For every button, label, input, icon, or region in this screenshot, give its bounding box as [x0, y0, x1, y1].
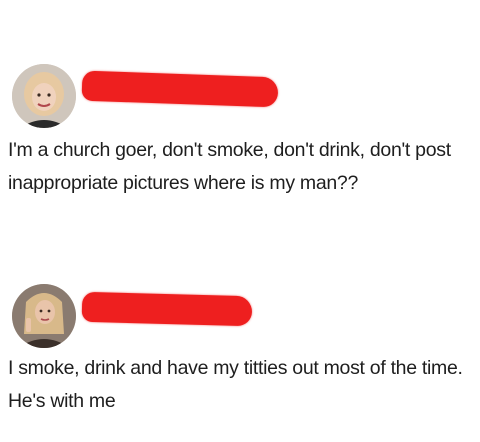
- profile-avatar[interactable]: [12, 64, 76, 128]
- post-text: I smoke, drink and have my titties out m…: [8, 357, 463, 412]
- author-name-redaction: [81, 291, 253, 327]
- profile-avatar[interactable]: [12, 284, 76, 348]
- post-text: I'm a church goer, don't smoke, don't dr…: [8, 139, 451, 194]
- woman-portrait-icon: [12, 284, 76, 348]
- woman-portrait-icon: [12, 64, 76, 128]
- author-name-redaction: [81, 70, 279, 108]
